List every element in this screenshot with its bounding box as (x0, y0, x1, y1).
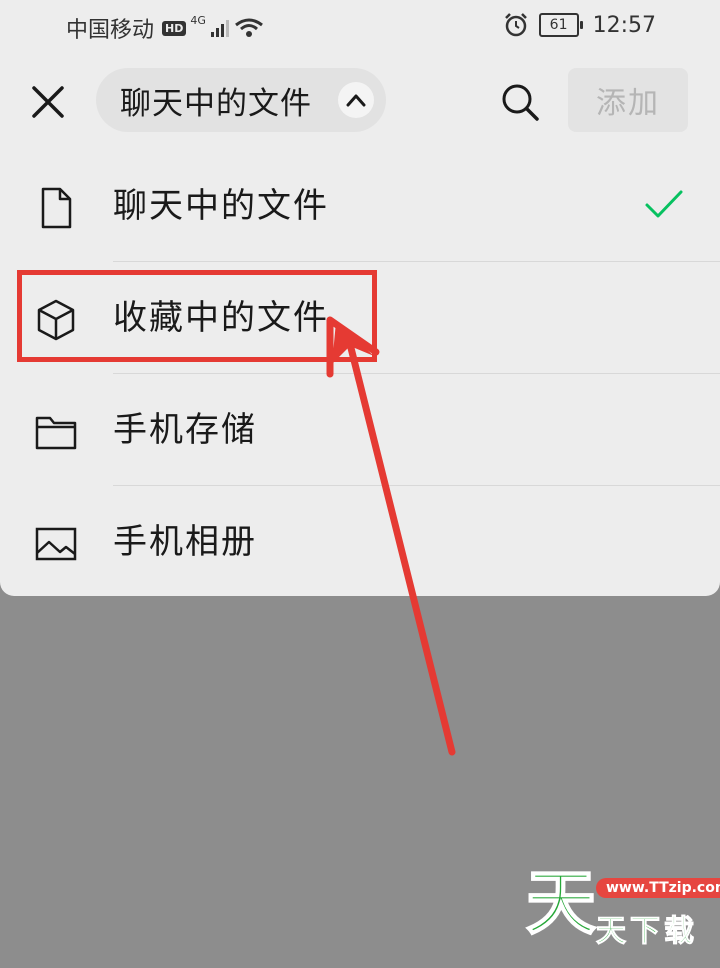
alarm-icon (504, 13, 527, 37)
source-item-chat-files[interactable]: 聊天中的文件 (0, 150, 720, 262)
chevron-up-icon (338, 82, 374, 118)
add-button[interactable]: 添加 (568, 68, 688, 132)
source-item-phone-storage[interactable]: 手机存储 (0, 374, 720, 486)
carrier-label: 中国移动 (66, 18, 155, 43)
status-bar: 中国移动 HD 4G 61 12:57 (0, 0, 720, 56)
battery-indicator: 61 (538, 13, 583, 37)
wifi-icon (234, 18, 263, 37)
folder-icon (35, 416, 77, 450)
source-dropdown[interactable]: 聊天中的文件 (96, 68, 386, 132)
network-type: 4G (190, 13, 206, 27)
close-icon[interactable] (30, 84, 66, 120)
watermark-brand: 天下载 (596, 914, 698, 950)
watermark-logo: 天 (525, 862, 597, 944)
image-icon (35, 527, 77, 561)
site-watermark: 天 www.TTzip.com 天下载 (525, 867, 720, 950)
clock: 12:57 (592, 12, 656, 38)
source-item-label: 手机相册 (113, 522, 257, 562)
search-icon[interactable] (500, 82, 540, 122)
source-list: 聊天中的文件 收藏中的文件 手机存储 手机相册 (0, 150, 720, 598)
checkmark-icon (645, 190, 683, 218)
annotation-highlight-box (17, 270, 377, 362)
status-bar-right: 61 12:57 (503, 12, 656, 38)
hd-badge: HD (162, 20, 187, 36)
document-icon (41, 187, 72, 229)
source-item-phone-album[interactable]: 手机相册 (0, 486, 720, 598)
source-item-label: 手机存储 (113, 410, 257, 450)
signal-icon (210, 20, 229, 37)
watermark-url: www.TTzip.com (596, 878, 720, 898)
source-item-label: 聊天中的文件 (113, 186, 329, 226)
source-dropdown-label: 聊天中的文件 (120, 85, 312, 122)
status-bar-left: 中国移动 HD 4G (66, 12, 264, 44)
